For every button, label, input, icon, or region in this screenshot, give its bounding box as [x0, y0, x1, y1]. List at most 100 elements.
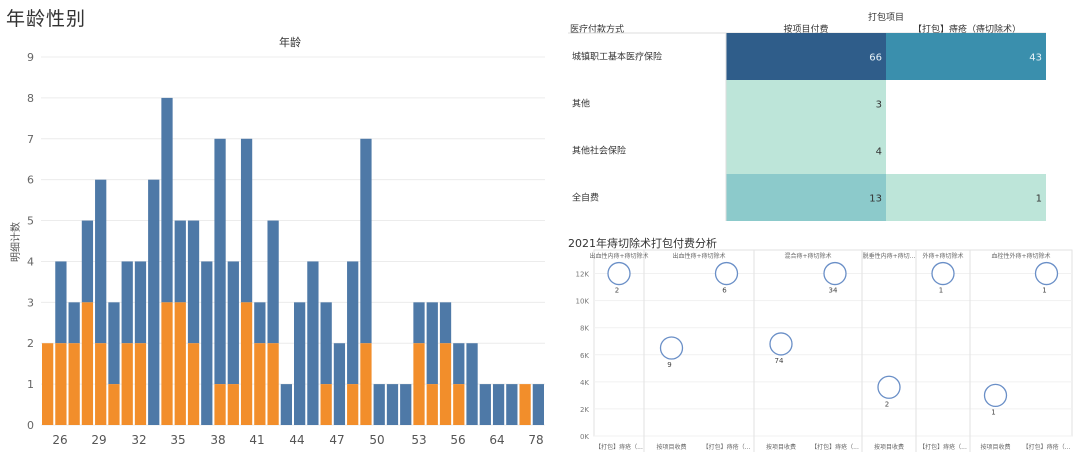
bar-x-tick-label: 44: [289, 433, 304, 447]
heat-row-label: 城镇职工基本医疗保险: [572, 51, 662, 63]
bar-female-segment: [174, 302, 186, 425]
bar-y-tick-label: 4: [27, 255, 34, 268]
bar-male-segment: [413, 302, 425, 344]
bar-y-tick-label: 5: [27, 215, 34, 228]
scatter-point: [607, 261, 631, 286]
bar-male-segment: [360, 138, 372, 344]
bar-male-segment: [532, 384, 544, 425]
scatter-x-label: 按项目收费: [980, 443, 1010, 451]
heat-cell: [886, 33, 1046, 80]
scatter-point-label: 2: [615, 287, 619, 295]
scatter-point-label: 9: [667, 361, 671, 369]
bar-male-segment: [227, 261, 239, 385]
bar-x-tick-label: 78: [528, 433, 543, 447]
heat-cell-value: 66: [869, 53, 882, 64]
bar-male-segment: [400, 384, 412, 425]
bar-x-tick-label: 47: [329, 433, 344, 447]
bar-y-tick-label: 0: [27, 419, 34, 432]
scatter-y-tick-label: 8K: [580, 325, 589, 333]
scatter-x-label: 【打包】痔疮（...: [811, 443, 859, 451]
scatter-panel-header: 出血性内痔+痔切除术: [589, 252, 648, 260]
heat-row-label: 全自费: [572, 192, 599, 204]
bar-male-segment: [439, 302, 452, 344]
bar-y-tick-label: 8: [27, 92, 34, 105]
bar-female-segment: [187, 343, 200, 425]
bar-x-tick-label: 35: [170, 433, 185, 447]
scatter-y-tick-label: 12K: [576, 271, 590, 279]
bar-female-segment: [240, 302, 253, 425]
scatter-x-label: 【打包】痔疮（...: [919, 443, 967, 451]
bar-male-segment: [280, 384, 292, 425]
scatter-point-label: 1: [991, 408, 995, 416]
heat-cell-value: 3: [876, 100, 882, 111]
scatter-x-label: 按项目收费: [766, 443, 796, 451]
bar-female-segment: [134, 343, 147, 425]
bar-male-segment: [240, 138, 253, 303]
heat-cell-value: 1: [1036, 194, 1042, 205]
scatter-y-tick-label: 0K: [580, 433, 589, 441]
bar-male-segment: [81, 220, 94, 303]
bar-male-segment: [68, 302, 80, 344]
scatter-y-tick-label: 10K: [576, 298, 590, 306]
bar-female-segment: [453, 384, 465, 425]
scatter-panel-header: 血栓性外痔+痔切除术: [991, 252, 1050, 260]
bar-x-tick-label: 26: [52, 433, 67, 447]
package-payment-scatter: 0K 2K 4K 6K 8K 10K 12K 出血性内痔+痔切除术【打包】痔疮（... 出血性痔…: [576, 249, 1073, 452]
bar-male-segment: [187, 220, 200, 344]
bar-female-segment: [413, 343, 425, 425]
bar-x-tick-label: 64: [489, 433, 504, 447]
bar-y-tick-label: 1: [27, 378, 34, 391]
scatter-point: [823, 261, 847, 286]
bar-female-segment: [227, 384, 239, 425]
bar-male-segment: [201, 261, 213, 425]
bar-x-tick-label: 29: [91, 433, 106, 447]
scatter-panel-header: 出血性痔+痔切除术: [672, 252, 725, 260]
scatter-point-label: 1: [939, 287, 943, 295]
scatter-x-label: 【打包】痔疮（...: [595, 443, 643, 451]
heat-cell-value: 13: [869, 194, 882, 205]
heat-cell: [726, 127, 886, 174]
bar-x-tick-label: 41: [249, 433, 264, 447]
bar-female-segment: [161, 302, 173, 425]
bar-male-segment: [294, 302, 306, 425]
scatter-point: [659, 336, 684, 360]
bar-female-segment: [121, 343, 133, 425]
scatter-point: [877, 375, 901, 399]
payment-heat-table: 打包项目 医疗付款方式 按项目付费 【打包】痔疮（痔切除术） 城镇职工基本医疗保…: [568, 11, 1046, 221]
bar-female-segment: [55, 343, 67, 425]
heat-cell: [726, 80, 886, 127]
scatter-x-label: 按项目收费: [874, 443, 904, 451]
age-gender-bar-chart: 年龄 明细计数 012345678926 29 32 35 38 41 44 47 50 53 56…: [9, 35, 545, 447]
scatter-point: [769, 332, 793, 356]
bar-x-tick-label: 56: [450, 433, 465, 447]
scatter-point-label: 1: [1042, 287, 1046, 295]
bar-male-segment: [453, 343, 465, 385]
bar-male-segment: [267, 220, 279, 344]
heat-row-label: 其他: [572, 98, 590, 110]
bar-male-segment: [307, 261, 319, 425]
scatter-x-label: 按项目收费: [656, 443, 686, 451]
bar-male-segment: [506, 384, 518, 425]
bar-chart-y-axis-label: 明细计数: [9, 222, 22, 262]
bar-male-segment: [479, 384, 491, 425]
bar-male-segment: [174, 220, 186, 303]
bar-x-tick-label: 50: [369, 433, 384, 447]
bar-female-segment: [214, 384, 226, 425]
bar-male-segment: [214, 138, 226, 385]
bar-male-segment: [254, 302, 266, 344]
scatter-y-tick-label: 2K: [580, 406, 589, 414]
bar-male-segment: [426, 302, 438, 385]
scatter-point-label: 6: [722, 287, 727, 295]
bar-y-tick-label: 3: [27, 296, 34, 309]
bar-male-segment: [466, 343, 478, 425]
scatter-y-tick-label: 4K: [580, 379, 589, 387]
scatter-x-label: 【打包】痔疮（...: [703, 443, 751, 451]
bar-male-segment: [320, 302, 332, 385]
bar-male-segment: [161, 97, 173, 303]
bar-female-segment: [519, 384, 531, 425]
bar-female-segment: [108, 384, 120, 425]
bar-male-segment: [373, 384, 385, 425]
heat-cell: [726, 33, 886, 80]
scatter-point: [983, 383, 1008, 408]
bar-female-segment: [267, 343, 279, 425]
